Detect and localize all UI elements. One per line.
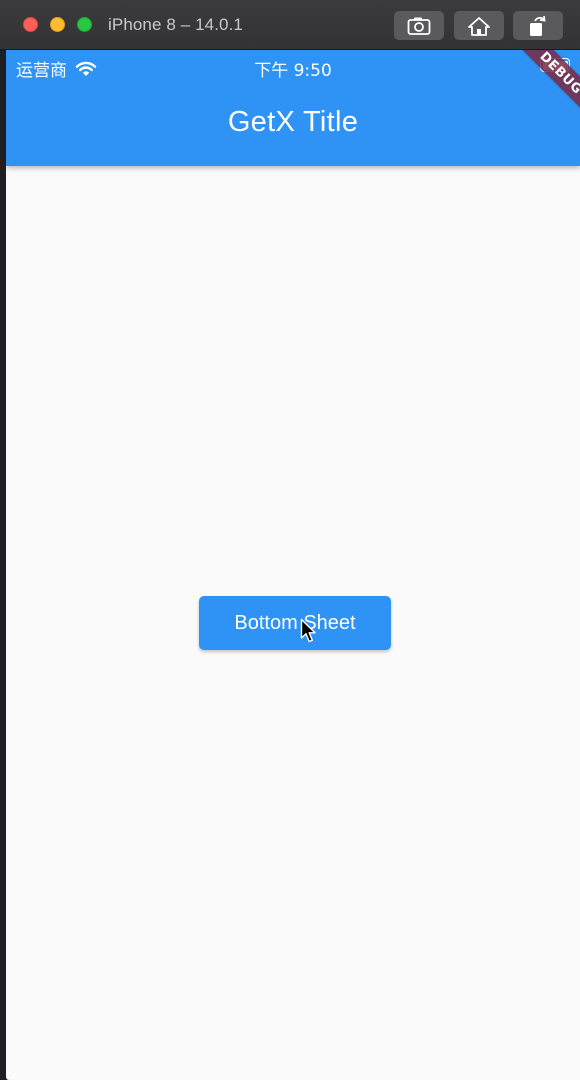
home-icon [468, 16, 490, 36]
phone-screen: 运营商 下午 9:50 GetX Title DEBUG Bottom Shee… [6, 50, 580, 1080]
window-titlebar: iPhone 8 – 14.0.1 [0, 0, 580, 50]
mouse-cursor-icon [300, 618, 316, 643]
bottom-sheet-button[interactable]: Bottom Sheet [199, 596, 391, 650]
app-bar: 运营商 下午 9:50 GetX Title [6, 50, 580, 166]
page-title: GetX Title [227, 106, 359, 138]
status-time: 下午 9:50 [254, 61, 332, 81]
minimize-window-button[interactable] [50, 17, 65, 32]
rotate-icon [530, 15, 546, 36]
zoom-window-button[interactable] [77, 17, 92, 32]
rotate-button[interactable] [513, 11, 563, 40]
screenshot-button[interactable] [394, 11, 444, 40]
simulator-window: iPhone 8 – 14.0.1 运营商 下午 9:50 GetX Title… [0, 0, 580, 1080]
camera-icon [407, 17, 431, 35]
home-button[interactable] [454, 11, 504, 40]
close-window-button[interactable] [23, 17, 38, 32]
window-title: iPhone 8 – 14.0.1 [108, 15, 243, 34]
